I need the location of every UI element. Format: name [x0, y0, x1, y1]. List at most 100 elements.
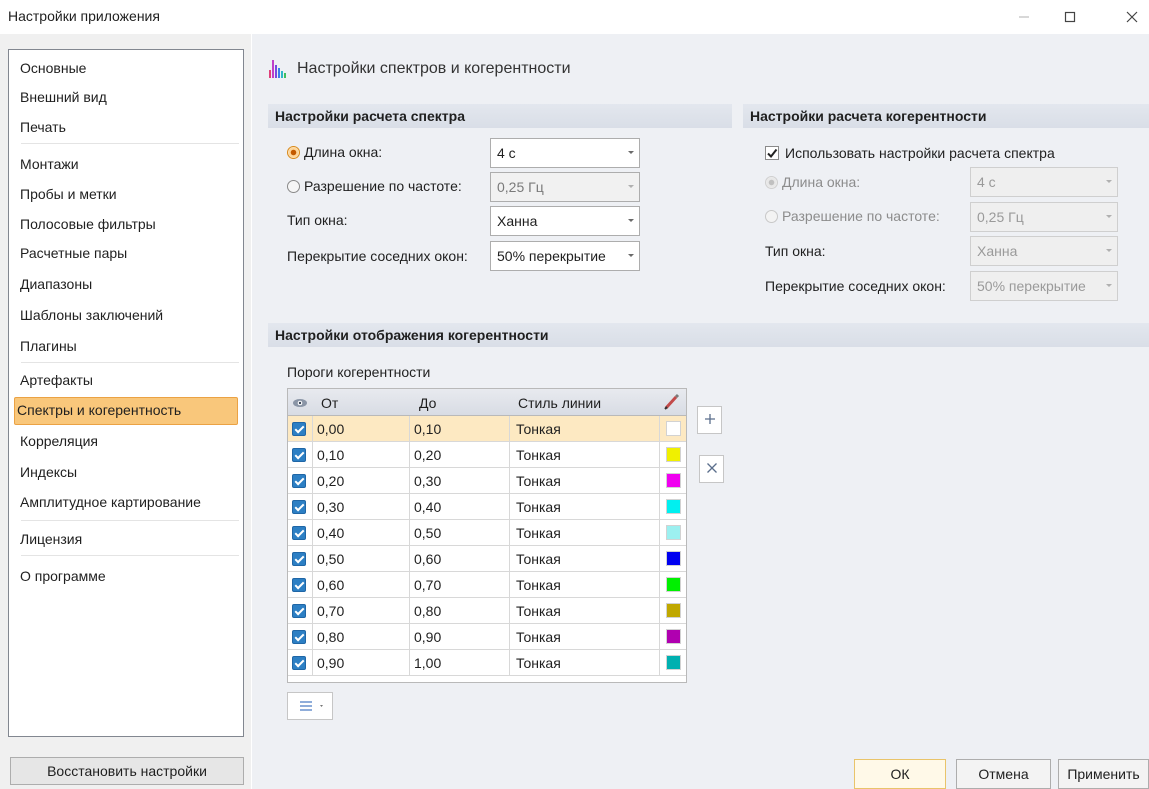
row-to[interactable]: 1,00 [410, 650, 510, 676]
list-menu-button[interactable] [287, 692, 333, 720]
table-row[interactable]: 0,20 0,30 Тонкая [288, 468, 686, 494]
window-length-radio[interactable] [287, 146, 300, 159]
sidebar-item-license[interactable]: Лицензия [20, 531, 82, 547]
restore-settings-button[interactable]: Восстановить настройки [10, 757, 244, 785]
column-header-style[interactable]: Стиль линии [518, 395, 601, 411]
row-color-swatch[interactable] [666, 499, 681, 514]
row-color-swatch[interactable] [666, 421, 681, 436]
coh-window-type-combo[interactable]: Ханна [970, 236, 1118, 266]
freq-resolution-radio[interactable] [287, 180, 300, 193]
sidebar-item-pairs[interactable]: Расчетные пары [20, 245, 127, 261]
row-visible-checkbox[interactable] [292, 604, 306, 618]
sidebar-item-templates[interactable]: Шаблоны заключений [20, 307, 163, 323]
sidebar-item-ranges[interactable]: Диапазоны [20, 276, 92, 292]
row-visible-checkbox[interactable] [292, 422, 306, 436]
row-from[interactable]: 0,50 [313, 546, 410, 572]
row-to[interactable]: 0,60 [410, 546, 510, 572]
add-threshold-button[interactable] [697, 406, 722, 434]
sidebar-item-plugins[interactable]: Плагины [20, 338, 77, 354]
table-row[interactable]: 0,30 0,40 Тонкая [288, 494, 686, 520]
row-from[interactable]: 0,20 [313, 468, 410, 494]
row-color-swatch[interactable] [666, 577, 681, 592]
remove-threshold-button[interactable] [699, 455, 724, 483]
table-row[interactable]: 0,90 1,00 Тонкая [288, 650, 686, 676]
row-to[interactable]: 0,10 [410, 416, 510, 442]
row-style[interactable]: Тонкая [510, 650, 660, 676]
row-to[interactable]: 0,70 [410, 572, 510, 598]
sidebar-item-appearance[interactable]: Внешний вид [20, 89, 107, 105]
row-from[interactable]: 0,40 [313, 520, 410, 546]
row-style[interactable]: Тонкая [510, 468, 660, 494]
row-to[interactable]: 0,40 [410, 494, 510, 520]
sidebar-item-montages[interactable]: Монтажи [20, 156, 79, 172]
overlap-combo[interactable]: 50% перекрытие [490, 241, 640, 271]
row-style[interactable]: Тонкая [510, 598, 660, 624]
row-from[interactable]: 0,60 [313, 572, 410, 598]
cancel-button[interactable]: Отмена [956, 759, 1051, 789]
row-color-swatch[interactable] [666, 447, 681, 462]
row-style[interactable]: Тонкая [510, 494, 660, 520]
row-to[interactable]: 0,90 [410, 624, 510, 650]
row-visible-checkbox[interactable] [292, 526, 306, 540]
row-visible-checkbox[interactable] [292, 474, 306, 488]
table-row[interactable]: 0,80 0,90 Тонкая [288, 624, 686, 650]
row-visible-checkbox[interactable] [292, 552, 306, 566]
coh-overlap-combo[interactable]: 50% перекрытие [970, 271, 1118, 301]
close-icon[interactable] [1109, 0, 1149, 34]
row-style[interactable]: Тонкая [510, 624, 660, 650]
row-from[interactable]: 0,80 [313, 624, 410, 650]
row-visible-checkbox[interactable] [292, 500, 306, 514]
window-length-combo[interactable]: 4 с [490, 138, 640, 168]
table-row[interactable]: 0,40 0,50 Тонкая [288, 520, 686, 546]
coh-freq-resolution-radio[interactable] [765, 210, 778, 223]
row-style[interactable]: Тонкая [510, 572, 660, 598]
row-visible-checkbox[interactable] [292, 448, 306, 462]
row-color-swatch[interactable] [666, 603, 681, 618]
row-to[interactable]: 0,20 [410, 442, 510, 468]
row-to[interactable]: 0,80 [410, 598, 510, 624]
row-color-swatch[interactable] [666, 629, 681, 644]
table-row[interactable]: 0,50 0,60 Тонкая [288, 546, 686, 572]
row-from[interactable]: 0,70 [313, 598, 410, 624]
row-color-swatch[interactable] [666, 473, 681, 488]
maximize-icon[interactable] [1047, 0, 1093, 34]
row-style[interactable]: Тонкая [510, 546, 660, 572]
freq-resolution-combo[interactable]: 0,25 Гц [490, 172, 640, 202]
coh-window-length-combo[interactable]: 4 с [970, 167, 1118, 197]
row-from[interactable]: 0,10 [313, 442, 410, 468]
column-header-to[interactable]: До [419, 395, 436, 411]
coh-window-length-radio[interactable] [765, 176, 778, 189]
row-from[interactable]: 0,00 [313, 416, 410, 442]
row-visible-checkbox[interactable] [292, 578, 306, 592]
sidebar-item-about[interactable]: О программе [20, 568, 106, 584]
sidebar-item-artifacts[interactable]: Артефакты [20, 372, 93, 388]
use-spectrum-checkbox[interactable] [765, 146, 779, 160]
table-row[interactable]: 0,70 0,80 Тонкая [288, 598, 686, 624]
row-from[interactable]: 0,90 [313, 650, 410, 676]
row-to[interactable]: 0,50 [410, 520, 510, 546]
window-type-combo[interactable]: Ханна [490, 206, 640, 236]
table-row[interactable]: 0,10 0,20 Тонкая [288, 442, 686, 468]
coh-freq-resolution-combo[interactable]: 0,25 Гц [970, 202, 1118, 232]
sidebar-item-spectra[interactable]: Спектры и когерентность [17, 402, 181, 418]
row-to[interactable]: 0,30 [410, 468, 510, 494]
minimize-icon[interactable] [1001, 0, 1047, 34]
row-color-swatch[interactable] [666, 525, 681, 540]
row-style[interactable]: Тонкая [510, 442, 660, 468]
row-visible-checkbox[interactable] [292, 656, 306, 670]
row-from[interactable]: 0,30 [313, 494, 410, 520]
sidebar-item-filters[interactable]: Полосовые фильтры [20, 216, 156, 232]
sidebar-item-indexes[interactable]: Индексы [20, 464, 77, 480]
table-row[interactable]: 0,60 0,70 Тонкая [288, 572, 686, 598]
table-row[interactable]: 0,00 0,10 Тонкая [288, 416, 686, 442]
sidebar-item-print[interactable]: Печать [20, 119, 66, 135]
column-header-from[interactable]: От [321, 395, 338, 411]
sidebar-item-general[interactable]: Основные [20, 60, 86, 76]
row-color-swatch[interactable] [666, 551, 681, 566]
row-visible-checkbox[interactable] [292, 630, 306, 644]
row-style[interactable]: Тонкая [510, 416, 660, 442]
row-color-swatch[interactable] [666, 655, 681, 670]
eye-icon[interactable] [292, 396, 308, 412]
sidebar-item-correlation[interactable]: Корреляция [20, 433, 98, 449]
sidebar-item-amplitude-mapping[interactable]: Амплитудное картирование [20, 494, 201, 510]
